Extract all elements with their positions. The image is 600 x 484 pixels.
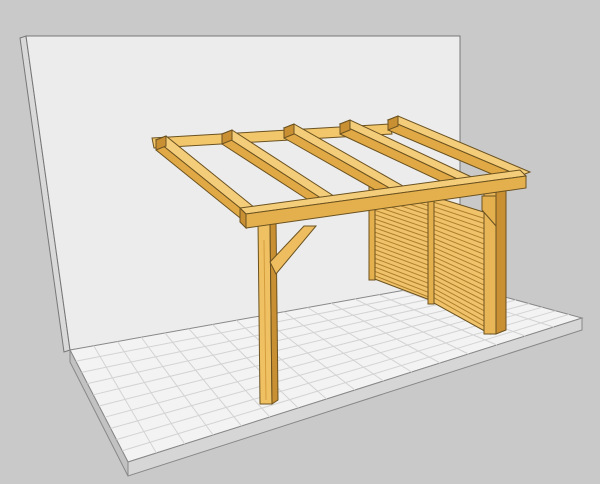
screen-post-middle <box>427 189 435 305</box>
front-post-side <box>269 219 279 405</box>
back-corner-post-side <box>495 187 507 335</box>
pergola-scene <box>19 35 584 477</box>
